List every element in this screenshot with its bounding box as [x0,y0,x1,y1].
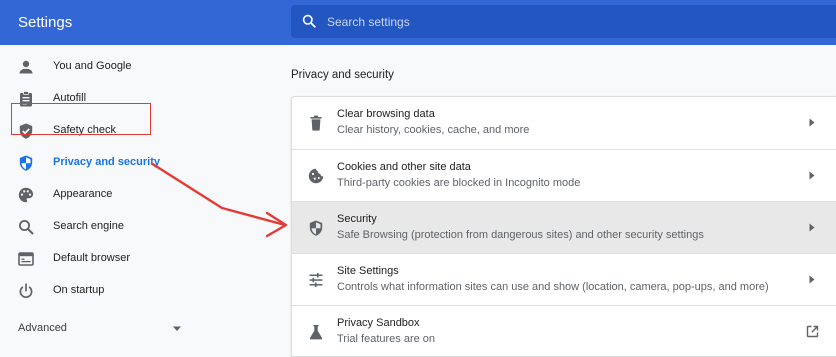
sidebar-item-label: You and Google [53,60,132,72]
row-subtitle: Third-party cookies are blocked in Incog… [337,177,581,189]
chevron-down-icon [173,326,181,331]
row-security[interactable]: Security Safe Browsing (protection from … [292,201,836,253]
search-input[interactable] [327,5,807,38]
app-header: Settings [0,0,836,45]
row-title: Security [337,213,377,225]
power-icon [19,283,33,299]
advanced-toggle[interactable]: Advanced [0,317,200,341]
search-icon [302,14,316,28]
row-site-settings[interactable]: Site Settings Controls what information … [292,253,836,305]
sidebar: You and Google Autofill Safety check Pri… [0,45,200,357]
row-title: Site Settings [337,265,399,277]
sidebar-item-appearance[interactable]: Appearance [0,179,200,211]
sidebar-item-you-and-google[interactable]: You and Google [0,51,200,83]
shield-icon [309,220,323,236]
privacy-settings-card: Clear browsing data Clear history, cooki… [291,96,836,357]
annotation-highlight-box [11,103,151,135]
sidebar-item-label: On startup [53,284,105,296]
shield-icon [19,155,33,171]
advanced-label: Advanced [18,322,67,334]
row-subtitle: Controls what information sites can use … [337,281,769,293]
sidebar-item-search-engine[interactable]: Search engine [0,211,200,243]
open-in-new-icon[interactable] [806,325,819,338]
browser-icon [18,252,34,266]
sidebar-item-default-browser[interactable]: Default browser [0,243,200,275]
trash-icon [310,115,322,131]
chevron-right-icon [809,118,815,127]
chevron-right-icon [809,275,815,284]
sidebar-item-privacy-and-security[interactable]: Privacy and security [0,147,200,179]
person-icon [19,60,33,74]
sidebar-item-label: Default browser [53,252,131,264]
row-subtitle: Clear history, cookies, cache, and more [337,124,530,136]
row-title: Privacy Sandbox [337,317,420,329]
sidebar-item-label: Search engine [53,220,124,232]
row-subtitle: Safe Browsing (protection from dangerous… [337,229,704,241]
sidebar-item-on-startup[interactable]: On startup [0,275,200,307]
app-title: Settings [18,14,73,31]
search-bar[interactable] [291,5,836,38]
section-title: Privacy and security [291,69,394,81]
row-privacy-sandbox[interactable]: Privacy Sandbox Trial features are on [292,305,836,356]
row-title: Cookies and other site data [337,161,471,173]
sidebar-item-label: Appearance [53,188,113,200]
row-title: Clear browsing data [337,108,435,120]
row-clear-browsing-data[interactable]: Clear browsing data Clear history, cooki… [292,97,836,149]
chevron-right-icon [809,223,815,232]
palette-icon [18,187,34,203]
flask-icon [309,325,323,340]
row-subtitle: Trial features are on [337,333,436,345]
search-icon [19,220,34,235]
tune-icon [309,273,323,287]
cookie-icon [308,168,324,184]
sidebar-item-label: Privacy and security [53,156,161,168]
chevron-right-icon [809,171,815,180]
row-cookies-and-site-data[interactable]: Cookies and other site data Third-party … [292,149,836,201]
